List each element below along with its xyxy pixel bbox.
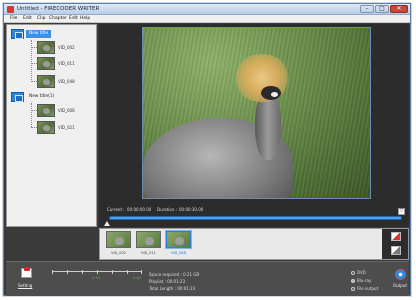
current-label: Current : <box>107 207 125 212</box>
radio-icon <box>351 287 355 291</box>
clip-strip: VID_002 VID_011 VID_048 <box>99 228 409 260</box>
clip-item[interactable]: VID_048 <box>37 75 93 88</box>
close-button[interactable]: ✕ <box>390 5 408 13</box>
output-dvd-radio[interactable]: DVD <box>351 270 366 275</box>
current-time: 00:00:00.00 <box>127 207 152 212</box>
capacity-mark-dl: 9.4G <box>133 276 141 280</box>
title-icon <box>11 92 24 102</box>
playlist-length: Playlist : 00:01:23 <box>149 279 186 284</box>
clip-thumbnail <box>37 57 55 70</box>
app-icon <box>7 6 14 13</box>
strip-thumbnail-selected[interactable] <box>166 231 191 248</box>
duration-label: Duration : <box>157 207 177 212</box>
window-title: Untitled - FIRECODER WRITER <box>17 6 100 12</box>
strip-label: VID_002 <box>111 251 126 255</box>
clip-name: VID_006 <box>58 108 75 113</box>
setting-label[interactable]: Setting <box>18 283 32 288</box>
duration-time: 00:00:30.00 <box>179 207 204 212</box>
total-length: Total Length : 00:01:23 <box>149 286 196 291</box>
mark-in-handle[interactable] <box>104 221 110 226</box>
title-label: New title <box>26 30 52 38</box>
bottom-bar: Setting 4.7G 9.4G Space required : 0.21 … <box>6 261 409 296</box>
strip-thumbnail[interactable] <box>106 231 131 248</box>
capacity-scale <box>52 270 142 275</box>
tree-line <box>31 103 32 127</box>
mark-out-button[interactable]: ▽ <box>398 208 405 215</box>
title-icon <box>11 29 24 39</box>
export-clip-icon[interactable] <box>391 246 401 255</box>
clip-name: VID_002 <box>58 45 75 50</box>
video-preview[interactable] <box>142 27 371 199</box>
setting-icon[interactable] <box>21 267 32 278</box>
clip-thumbnail <box>37 121 55 134</box>
radio-label: File output <box>357 286 379 291</box>
app-window: Untitled - FIRECODER WRITER – □ ✕ File E… <box>3 3 411 296</box>
strip-label: VID_048 <box>171 251 186 255</box>
radio-label: Blu-ray <box>357 278 372 283</box>
maximize-button[interactable]: □ <box>375 5 389 13</box>
minimize-button[interactable]: – <box>360 5 374 13</box>
clip-name: VID_048 <box>58 79 75 84</box>
output-label[interactable]: Output <box>393 283 407 288</box>
clip-item[interactable]: VID_021 <box>37 121 93 134</box>
radio-label: DVD <box>357 270 366 275</box>
menu-chapter[interactable]: Chapter <box>49 16 67 21</box>
clip-item[interactable]: VID_006 <box>37 104 93 117</box>
clip-item[interactable]: VID_002 <box>37 41 93 54</box>
edit-clip-icon[interactable] <box>391 232 401 241</box>
radio-icon <box>351 279 355 283</box>
strip-thumbnail[interactable] <box>136 231 161 248</box>
space-required: Space required : 0.21 GB <box>149 272 200 277</box>
output-bluray-radio[interactable]: Blu-ray <box>351 278 371 283</box>
capacity-mark-dvd: 4.7G <box>92 276 100 280</box>
radio-icon <box>351 271 355 275</box>
clip-name: VID_021 <box>58 125 75 130</box>
output-disc-icon[interactable] <box>395 269 406 280</box>
menu-file[interactable]: File <box>10 16 18 21</box>
clip-item[interactable]: VID_011 <box>37 57 93 70</box>
title-bar: Untitled - FIRECODER WRITER – □ ✕ <box>4 4 410 15</box>
seek-bar[interactable] <box>109 216 402 220</box>
clip-name: VID_011 <box>58 61 75 66</box>
menu-edit-2[interactable]: Edit <box>69 16 78 21</box>
menu-edit[interactable]: Edit <box>23 16 32 21</box>
menu-bar: File Edit Clip Chapter Edit Help <box>4 15 410 23</box>
title-item[interactable]: New title <box>11 28 95 40</box>
clip-thumbnail <box>37 104 55 117</box>
clip-thumbnail <box>37 75 55 88</box>
title-label: New title(1) <box>29 94 55 99</box>
title-item[interactable]: New title(1) <box>11 91 95 103</box>
clip-thumbnail <box>37 41 55 54</box>
strip-tools <box>382 229 408 259</box>
menu-clip[interactable]: Clip <box>37 16 46 21</box>
player-area: Current : 00:00:00.00 Duration : 00:00:3… <box>99 24 409 227</box>
output-file-radio[interactable]: File output <box>351 286 378 291</box>
video-frame <box>271 92 278 97</box>
menu-help[interactable]: Help <box>80 16 90 21</box>
title-tree-panel: New title VID_002 VID_011 VID_048 New ti… <box>6 24 97 227</box>
strip-label: VID_011 <box>141 251 156 255</box>
